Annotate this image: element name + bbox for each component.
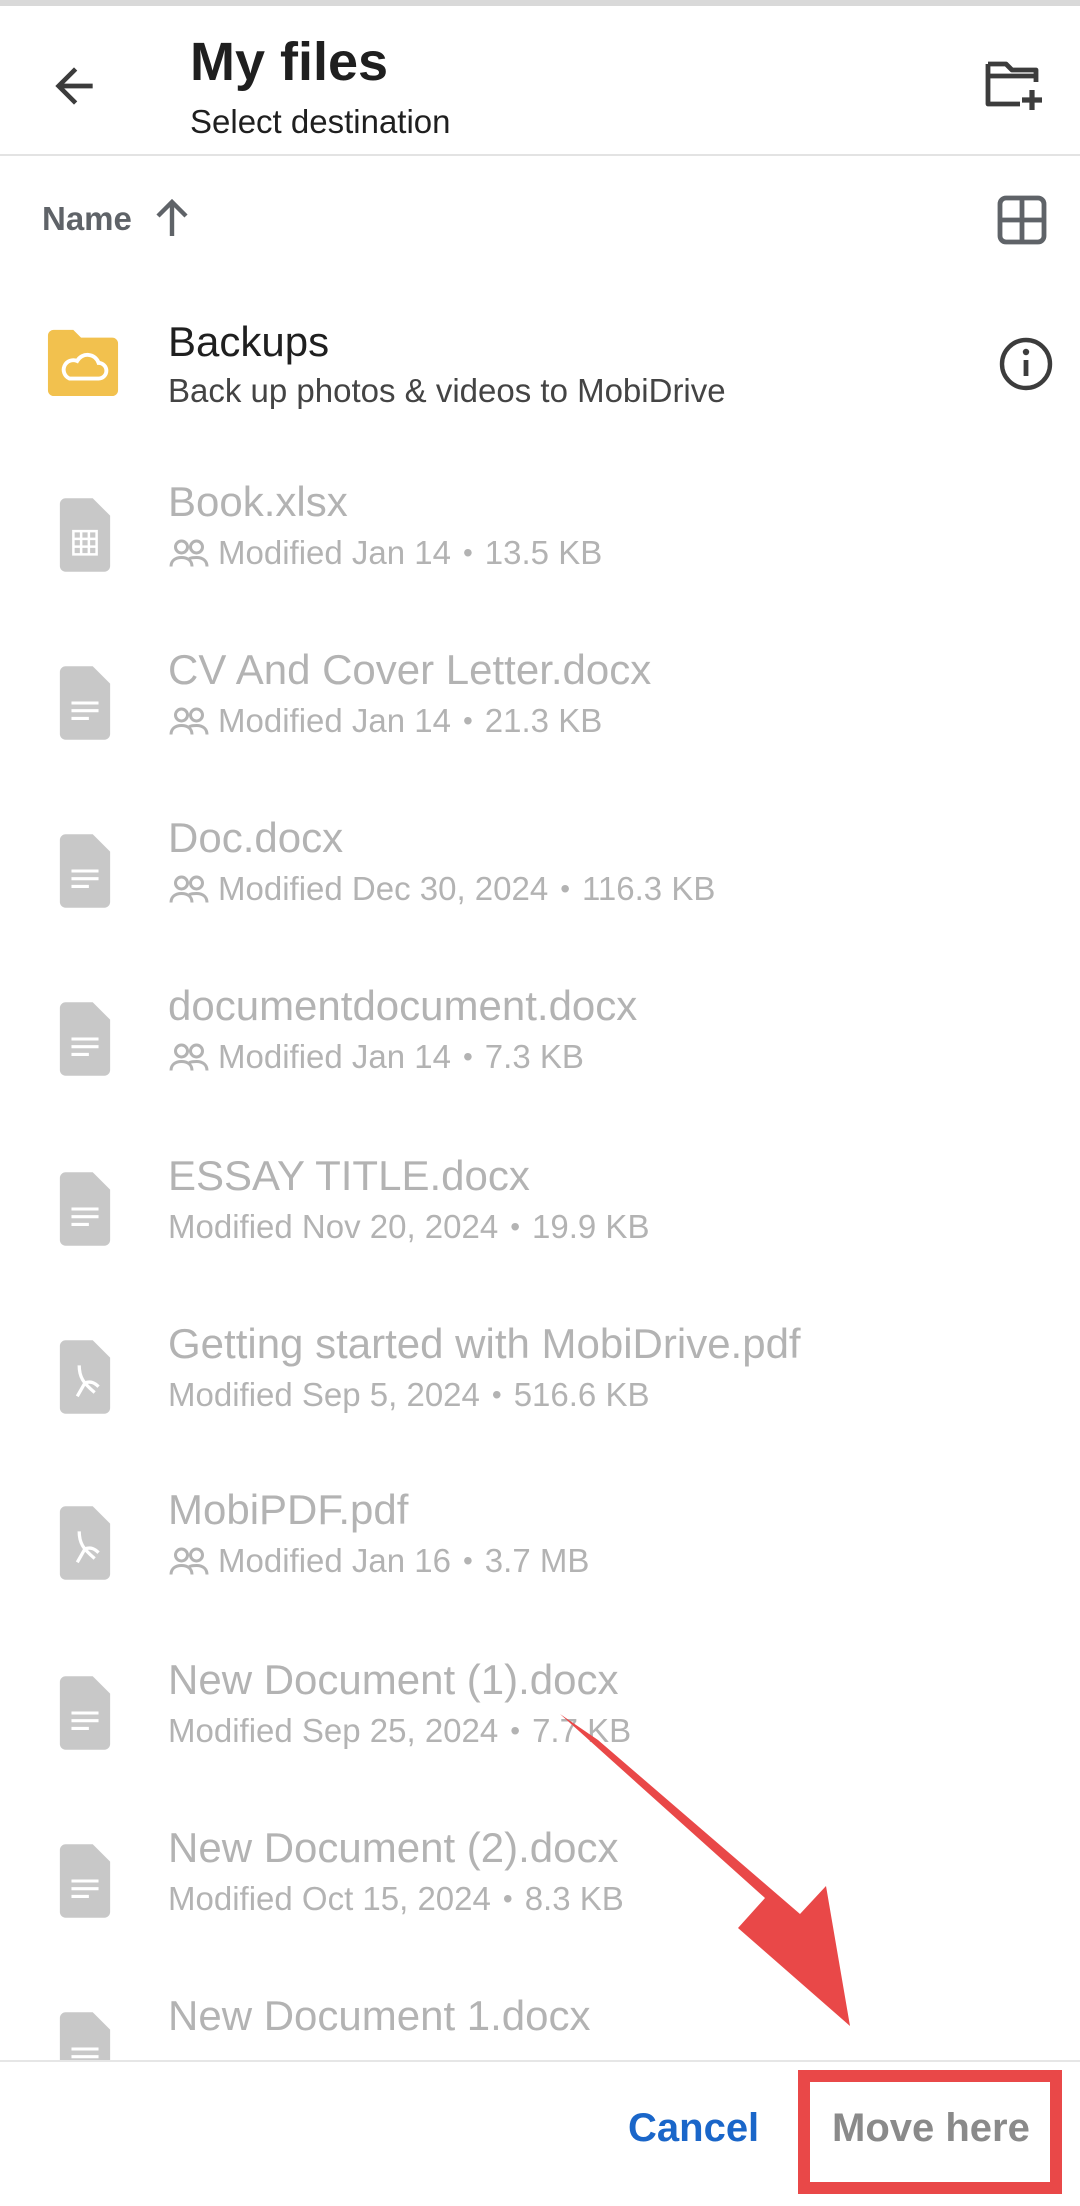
- file-name: New Document (1).docx: [168, 1656, 619, 1703]
- file-meta: Modified Nov 20, 2024 • 19.9 KB: [168, 1208, 649, 1246]
- file-size: 19.9 KB: [532, 1208, 650, 1245]
- shared-users-icon: [169, 707, 209, 735]
- file-meta: Modified Jan 14 • 21.3 KB: [168, 702, 602, 740]
- cancel-button[interactable]: Cancel: [628, 2106, 759, 2151]
- document-file-icon: [59, 1844, 111, 1918]
- grid-view-icon[interactable]: [996, 194, 1048, 246]
- file-size: 3.7 MB: [484, 1542, 590, 1579]
- pdf-file-icon: [59, 1506, 111, 1580]
- file-row: New Document (1).docx Modified Sep 25, 2…: [0, 1646, 1080, 1796]
- file-row: New Document (2).docx Modified Oct 15, 2…: [0, 1814, 1080, 1964]
- file-size: 7.7 KB: [532, 1712, 632, 1749]
- new-folder-button[interactable]: [978, 48, 1050, 120]
- arrow-up-icon[interactable]: [152, 196, 192, 240]
- file-size: 516.6 KB: [513, 1376, 650, 1413]
- file-name: New Document 1.docx: [168, 1992, 591, 2039]
- file-meta: Modified Sep 5, 2024 • 516.6 KB: [168, 1376, 649, 1414]
- backups-folder-row[interactable]: Backups Back up photos & videos to MobiD…: [0, 300, 1080, 430]
- document-file-icon: [59, 2012, 111, 2060]
- info-icon[interactable]: [998, 336, 1054, 392]
- separator-dot: •: [462, 1545, 473, 1576]
- shared-users-icon: [169, 1547, 209, 1575]
- document-file-icon: [59, 1676, 111, 1750]
- file-modified: Modified Jan 14: [218, 1038, 451, 1075]
- separator-dot: •: [462, 1041, 473, 1072]
- file-size: 8.3 KB: [524, 1880, 624, 1917]
- file-size: 7.3 KB: [484, 1038, 584, 1075]
- shared-users-icon: [169, 539, 209, 567]
- action-bar: Cancel Move here: [0, 2060, 1080, 2206]
- file-modified: Modified Sep 25, 2024: [168, 1712, 499, 1749]
- spreadsheet-file-icon: [59, 498, 111, 572]
- file-name: Getting started with MobiDrive.pdf: [168, 1320, 801, 1367]
- shared-users-icon: [169, 875, 209, 903]
- file-row: CV And Cover Letter.docx Modified Jan 14…: [0, 636, 1080, 786]
- document-file-icon: [59, 1002, 111, 1076]
- page-subtitle: Select destination: [190, 103, 451, 140]
- file-modified: Modified Dec 30, 2024: [218, 870, 549, 907]
- file-meta: Modified Jan 14 • 7.3 KB: [168, 1038, 584, 1076]
- file-meta: Modified Dec 30, 2024 • 116.3 KB: [168, 870, 715, 908]
- file-row: ESSAY TITLE.docx Modified Nov 20, 2024 • 1…: [0, 1142, 1080, 1292]
- separator-dot: •: [502, 1883, 513, 1914]
- backups-folder-name: Backups: [168, 318, 330, 365]
- file-modified: Modified Jan 16: [218, 1542, 451, 1579]
- backups-folder-description: Back up photos & videos to MobiDrive: [168, 372, 726, 409]
- file-modified: Modified Jan 14: [218, 534, 451, 571]
- move-here-button[interactable]: Move here: [832, 2106, 1030, 2151]
- file-name: Doc.docx: [168, 814, 344, 861]
- file-meta: Modified Jan 14 • 13.5 KB: [168, 534, 602, 572]
- file-row: Getting started with MobiDrive.pdf Modif…: [0, 1310, 1080, 1460]
- file-modified: Modified Nov 20, 2024: [168, 1208, 499, 1245]
- separator-dot: •: [462, 537, 473, 568]
- file-name: MobiPDF.pdf: [168, 1486, 409, 1533]
- file-name: CV And Cover Letter.docx: [168, 646, 652, 693]
- sort-bar: Name: [0, 180, 1080, 260]
- file-row: Book.xlsx Modified Jan 14 • 13.5 KB: [0, 468, 1080, 618]
- file-meta: Modified Sep 25, 2024 • 7.7 KB: [168, 1712, 631, 1750]
- separator-dot: •: [510, 1211, 521, 1242]
- arrow-left-icon: [55, 67, 93, 105]
- pdf-file-icon: [59, 1340, 111, 1414]
- file-size: 13.5 KB: [484, 534, 603, 571]
- sort-by-name[interactable]: Name: [42, 200, 132, 238]
- file-name: ESSAY TITLE.docx: [168, 1152, 530, 1199]
- file-row: New Document 1.docx: [0, 1982, 1080, 2060]
- file-meta: Modified Jan 16 • 3.7 MB: [168, 1542, 589, 1580]
- file-modified: Modified Sep 5, 2024: [168, 1376, 480, 1413]
- file-row: Doc.docx Modified Dec 30, 2024 • 116.3 KB: [0, 804, 1080, 954]
- file-size: 21.3 KB: [484, 702, 603, 739]
- document-file-icon: [59, 1172, 111, 1246]
- cloud-folder-icon: [47, 329, 119, 397]
- file-name: documentdocument.docx: [168, 982, 638, 1029]
- file-meta: Modified Oct 15, 2024 • 8.3 KB: [168, 1880, 624, 1918]
- shared-users-icon: [169, 1043, 209, 1071]
- file-modified: Modified Jan 14: [218, 702, 451, 739]
- separator-dot: •: [510, 1715, 521, 1746]
- separator-dot: •: [560, 873, 571, 904]
- document-file-icon: [59, 666, 111, 740]
- create-new-folder-icon: [985, 61, 1042, 110]
- file-row: documentdocument.docx Modified Jan 14 • 7.…: [0, 972, 1080, 1122]
- separator-dot: •: [491, 1379, 502, 1410]
- file-row: MobiPDF.pdf Modified Jan 16 • 3.7 MB: [0, 1476, 1080, 1626]
- separator-dot: •: [462, 705, 473, 736]
- document-file-icon: [59, 834, 111, 908]
- file-name: Book.xlsx: [168, 478, 348, 525]
- back-button[interactable]: [38, 50, 110, 122]
- file-size: 116.3 KB: [582, 870, 716, 907]
- file-modified: Modified Oct 15, 2024: [168, 1880, 491, 1917]
- page-title: My files: [190, 32, 389, 92]
- file-name: New Document (2).docx: [168, 1824, 619, 1871]
- app-bar: My files Select destination: [0, 6, 1080, 156]
